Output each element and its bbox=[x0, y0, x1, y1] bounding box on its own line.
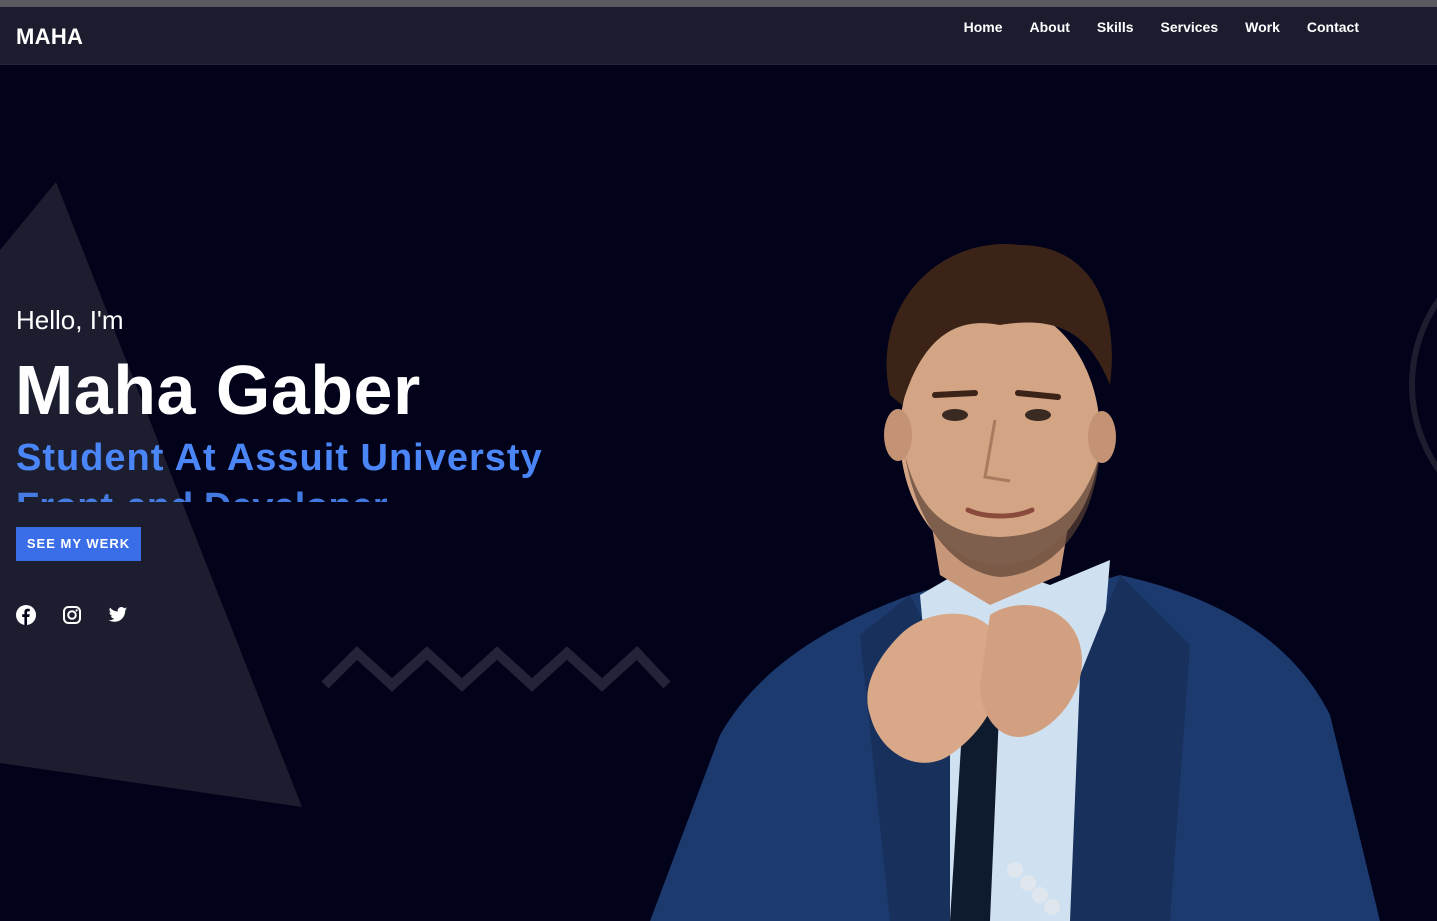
social-links bbox=[16, 605, 128, 625]
twitter-icon[interactable] bbox=[108, 605, 128, 625]
hero-greeting: Hello, I'm bbox=[16, 305, 124, 335]
navbar: MAHA Home About Skills Services Work Con… bbox=[0, 7, 1437, 65]
instagram-icon[interactable] bbox=[62, 605, 82, 625]
facebook-icon[interactable] bbox=[16, 605, 36, 625]
nav-link-work[interactable]: Work bbox=[1245, 19, 1280, 35]
hero-role-next-clipped: Front-end Developer bbox=[16, 490, 576, 502]
profile-photo bbox=[650, 244, 1380, 921]
main-nav: Home About Skills Services Work Contact bbox=[964, 19, 1359, 35]
hero-role-next: Front-end Developer bbox=[16, 490, 576, 502]
nav-link-home[interactable]: Home bbox=[964, 19, 1003, 35]
site-logo[interactable]: MAHA bbox=[16, 24, 83, 50]
nav-link-about[interactable]: About bbox=[1029, 19, 1069, 35]
hero-section: Hello, I'm Maha Gaber Student At Assuit … bbox=[0, 65, 1437, 921]
nav-link-skills[interactable]: Skills bbox=[1097, 19, 1134, 35]
nav-link-contact[interactable]: Contact bbox=[1307, 19, 1359, 35]
zigzag-shape bbox=[321, 645, 671, 692]
browser-top-edge bbox=[0, 0, 1437, 7]
circle-ring-shape bbox=[1409, 297, 1437, 473]
hero-name: Maha Gaber bbox=[15, 351, 421, 429]
hero-role: Student At Assuit Universty bbox=[16, 437, 543, 479]
nav-link-services[interactable]: Services bbox=[1161, 19, 1219, 35]
see-my-work-button[interactable]: SEE MY WERK bbox=[16, 527, 141, 561]
